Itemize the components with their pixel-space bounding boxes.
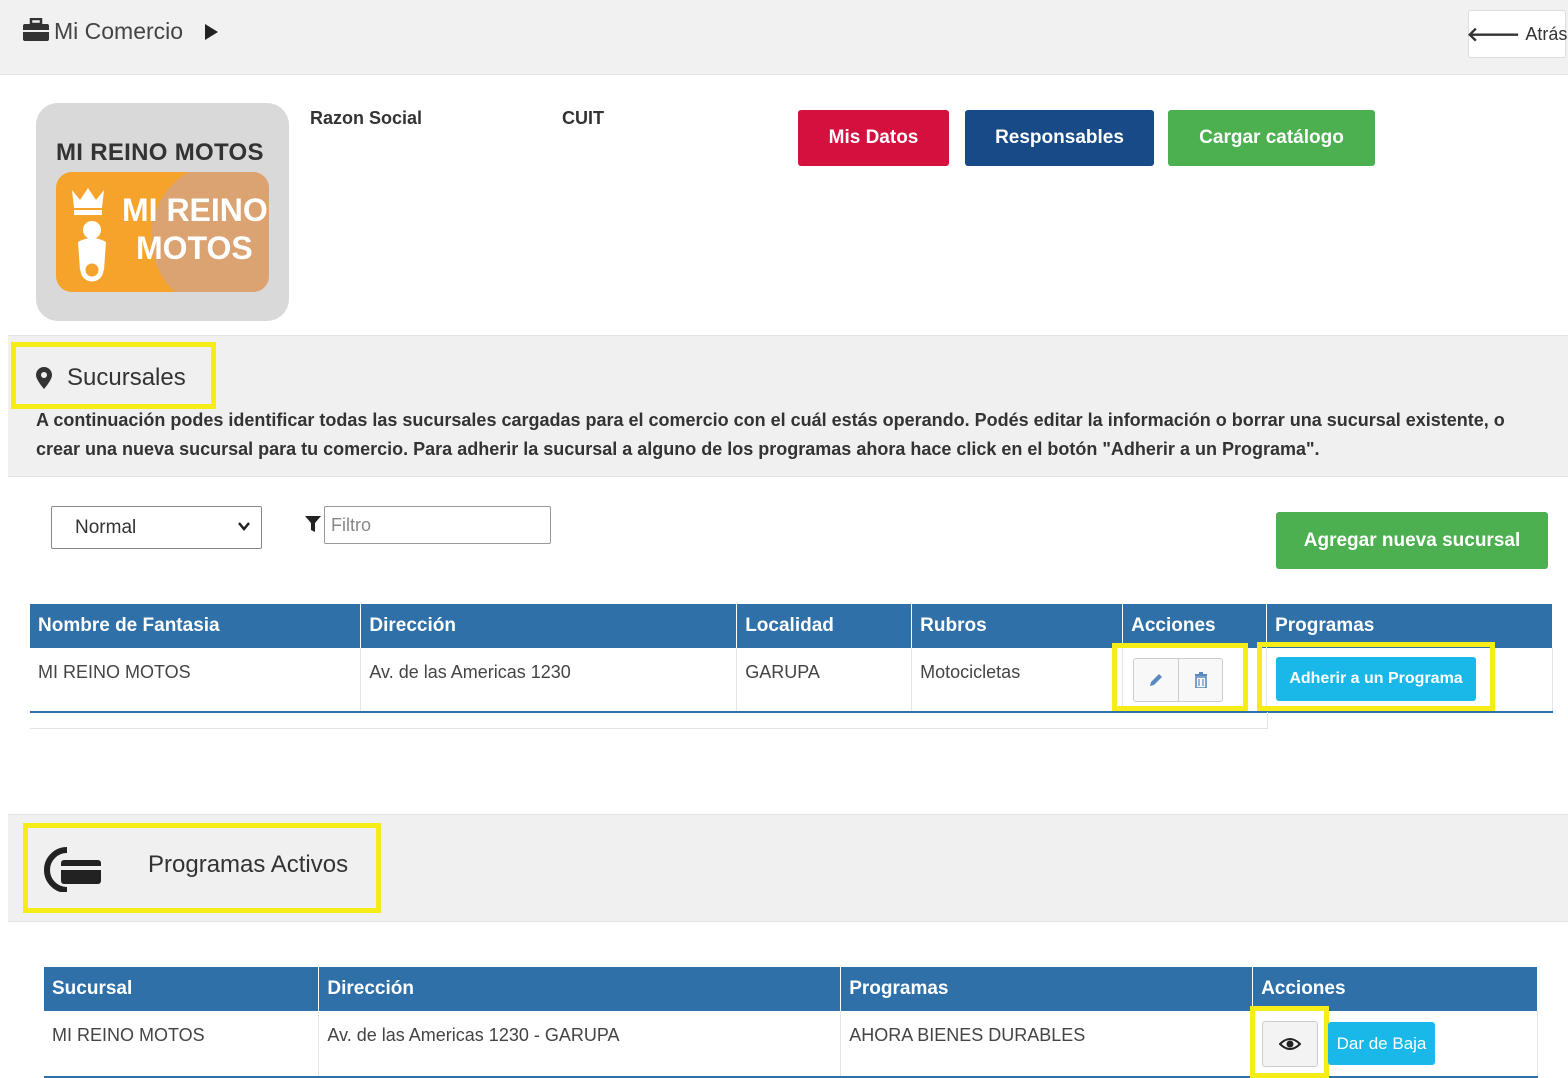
sucursales-description: A continuación podes identificar todas l… [36, 410, 1505, 459]
cuit-label: CUIT [562, 108, 604, 128]
sucursales-section: Sucursales A continuación podes identifi… [8, 335, 1568, 477]
logo-text-line1: MI REINO [122, 192, 268, 228]
merchant-logo: MI REINO MOTOS [56, 172, 269, 292]
briefcase-icon [23, 18, 49, 41]
type-select-value: Normal [75, 516, 137, 538]
highlight-box [1257, 642, 1495, 711]
column-header: Localidad [736, 604, 913, 648]
programs-icon [44, 847, 101, 892]
cell-direccion: Av. de las Americas 1230 [360, 648, 738, 712]
type-select[interactable]: Normal [51, 506, 262, 549]
column-header: Acciones [1122, 604, 1268, 648]
top-bar: Mi Comercio 🡐 Atrás [0, 0, 1568, 75]
razon-social-label: Razon Social [310, 108, 423, 128]
scooter-icon [72, 188, 106, 282]
column-header: Nombre de Fantasia [30, 604, 362, 648]
logo-text-line2: MOTOS [136, 230, 253, 266]
merchant-name: MI REINO MOTOS [56, 139, 264, 166]
highlight-box [1250, 1006, 1329, 1078]
cell-direccion: Av. de las Americas 1230 - GARUPA [318, 1011, 842, 1077]
programas-title: Programas Activos [148, 851, 349, 878]
column-header: Dirección [360, 604, 738, 648]
filter-input[interactable]: Filtro [324, 506, 551, 544]
column-header: Dirección [318, 967, 842, 1011]
cell-programa: AHORA BIENES DURABLES [840, 1011, 1254, 1077]
add-sucursal-button[interactable]: Agregar nueva sucursal [1276, 512, 1548, 569]
cell-nombre: MI REINO MOTOS [30, 648, 362, 712]
cell-rubros: Motocicletas [911, 648, 1124, 712]
table-footer-line [30, 712, 1268, 729]
filter-icon [305, 516, 321, 532]
back-label: Atrás [1525, 23, 1568, 44]
programas-section: Programas Activos [8, 814, 1568, 922]
arrow-left-icon: 🡐 [1466, 23, 1521, 46]
sucursales-title: Sucursales [67, 364, 186, 391]
breadcrumb-arrow-icon [205, 24, 218, 40]
map-marker-icon [36, 367, 52, 389]
mis-datos-button[interactable]: Mis Datos [798, 110, 949, 166]
cargar-catalogo-button[interactable]: Cargar catálogo [1168, 110, 1375, 166]
column-header: Rubros [911, 604, 1124, 648]
column-header: Sucursal [44, 967, 320, 1011]
breadcrumb[interactable]: Mi Comercio [54, 18, 183, 45]
merchant-logo-card: MI REINO MOTOS MI REINO MOTOS [36, 103, 289, 321]
filter-placeholder: Filtro [331, 514, 371, 535]
column-header: Programas [840, 967, 1254, 1011]
cell-localidad: GARUPA [736, 648, 913, 712]
cell-sucursal: MI REINO MOTOS [44, 1011, 320, 1077]
highlight-box [1112, 643, 1248, 711]
column-header: Acciones [1252, 967, 1538, 1011]
chevron-down-icon [238, 522, 250, 531]
back-button[interactable]: 🡐 Atrás [1466, 10, 1568, 58]
responsables-button[interactable]: Responsables [965, 110, 1154, 166]
dar-de-baja-button[interactable]: Dar de Baja [1328, 1022, 1435, 1065]
